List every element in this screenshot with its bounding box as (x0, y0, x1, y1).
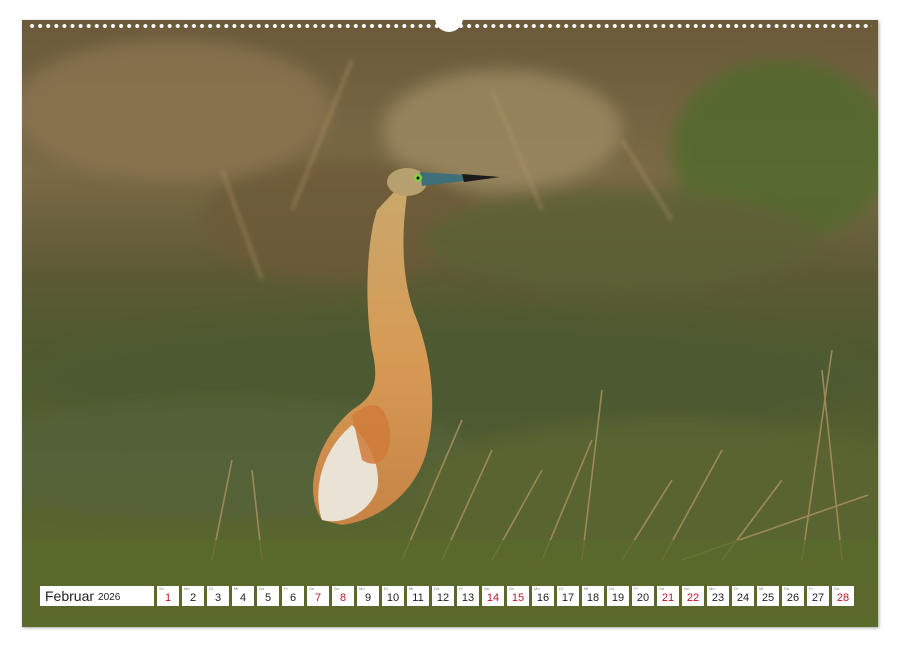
day-number: 26 (782, 592, 804, 605)
month-name: Februar (45, 588, 94, 604)
calendar-day: Di3 (207, 586, 229, 606)
day-of-week: Sa (309, 586, 314, 591)
day-of-week: Di (209, 586, 213, 591)
day-number: 9 (357, 592, 379, 605)
calendar-day: Mo16 (532, 586, 554, 606)
day-of-week: Do (609, 586, 614, 591)
day-of-week: Do (784, 586, 789, 591)
day-of-week: Sa (834, 586, 839, 591)
day-number: 10 (382, 592, 404, 605)
heron-photo (22, 20, 878, 627)
day-of-week: Sa (659, 586, 664, 591)
calendar-day: Mo23 (707, 586, 729, 606)
day-number: 23 (707, 592, 729, 605)
day-number: 18 (582, 592, 604, 605)
calendar-day: Do19 (607, 586, 629, 606)
day-number: 15 (507, 592, 529, 605)
calendar-day: Mi18 (582, 586, 604, 606)
calendar-day: Fr27 (807, 586, 829, 606)
calendar-day: So1 (157, 586, 179, 606)
day-number: 14 (482, 592, 504, 605)
calendar-day: Do5 (257, 586, 279, 606)
calendar-day: Fr20 (632, 586, 654, 606)
calendar-day: Do26 (782, 586, 804, 606)
calendar-day: Di17 (557, 586, 579, 606)
day-number: 12 (432, 592, 454, 605)
calendar-day: Di24 (732, 586, 754, 606)
day-number: 25 (757, 592, 779, 605)
month-label: Februar 2026 (40, 586, 154, 606)
day-number: 1 (157, 592, 179, 605)
day-number: 2 (182, 592, 204, 605)
day-number: 13 (457, 592, 479, 605)
calendar-day: So15 (507, 586, 529, 606)
calendar-strip: Februar 2026 So1Mo2Di3Mi4Do5Fr6Sa7So8Mo9… (40, 586, 857, 606)
day-of-week: Fr (634, 586, 638, 591)
day-number: 5 (257, 592, 279, 605)
day-number: 7 (307, 592, 329, 605)
calendar-day: Di10 (382, 586, 404, 606)
day-number: 11 (407, 592, 429, 605)
day-of-week: Do (259, 586, 264, 591)
day-of-week: So (334, 586, 339, 591)
day-number: 24 (732, 592, 754, 605)
calendar-day: Do12 (432, 586, 454, 606)
calendar-day: So8 (332, 586, 354, 606)
day-number: 28 (832, 592, 854, 605)
day-of-week: Mo (534, 586, 540, 591)
calendar-day: Fr6 (282, 586, 304, 606)
day-number: 8 (332, 592, 354, 605)
calendar-day: Mi4 (232, 586, 254, 606)
month-year: 2026 (98, 592, 120, 603)
day-of-week: So (159, 586, 164, 591)
day-of-week: Fr (284, 586, 288, 591)
day-of-week: Do (434, 586, 439, 591)
calendar-day: Sa28 (832, 586, 854, 606)
day-of-week: Mo (184, 586, 190, 591)
day-number: 27 (807, 592, 829, 605)
day-of-week: Mi (409, 586, 413, 591)
day-of-week: Mo (359, 586, 365, 591)
calendar-day: Sa14 (482, 586, 504, 606)
day-of-week: Mi (759, 586, 763, 591)
calendar-day: Fr13 (457, 586, 479, 606)
day-number: 20 (632, 592, 654, 605)
day-of-week: Di (384, 586, 388, 591)
day-of-week: Mo (709, 586, 715, 591)
day-number: 17 (557, 592, 579, 605)
day-number: 22 (682, 592, 704, 605)
day-number: 16 (532, 592, 554, 605)
day-of-week: Di (559, 586, 563, 591)
calendar-day: Mi25 (757, 586, 779, 606)
calendar-day: Mi11 (407, 586, 429, 606)
day-of-week: Sa (484, 586, 489, 591)
calendar-day: Mo9 (357, 586, 379, 606)
day-number: 19 (607, 592, 629, 605)
calendar-day: Sa21 (657, 586, 679, 606)
day-of-week: Di (734, 586, 738, 591)
day-of-week: Fr (809, 586, 813, 591)
calendar-day: Sa7 (307, 586, 329, 606)
calendar-day: So22 (682, 586, 704, 606)
day-of-week: Fr (459, 586, 463, 591)
day-of-week: Mi (584, 586, 588, 591)
day-number: 3 (207, 592, 229, 605)
day-number: 4 (232, 592, 254, 605)
day-of-week: So (509, 586, 514, 591)
day-of-week: So (684, 586, 689, 591)
day-number: 21 (657, 592, 679, 605)
day-of-week: Mi (234, 586, 238, 591)
spiral-binding (22, 20, 878, 34)
calendar-day: Mo2 (182, 586, 204, 606)
day-number: 6 (282, 592, 304, 605)
